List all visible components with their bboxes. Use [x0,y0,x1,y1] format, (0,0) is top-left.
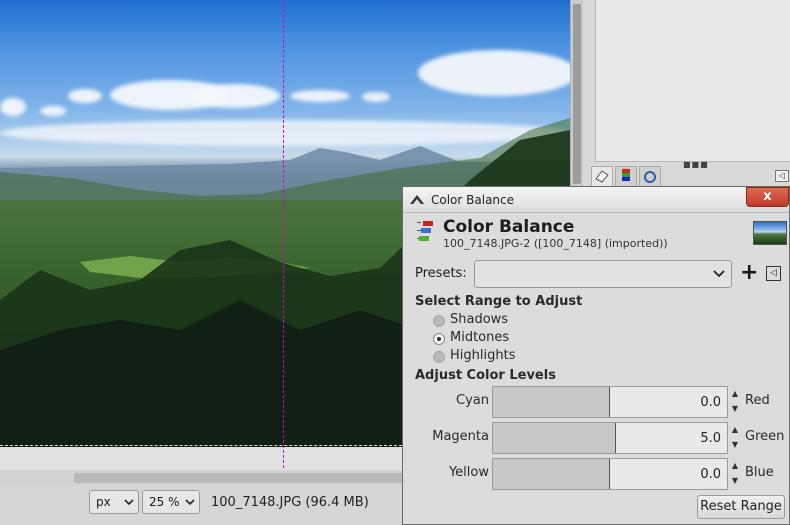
color-balance-dialog: Color Balance x Color Balance 100_7148.J… [402,186,790,525]
slider-fill [493,423,616,453]
zoom-value: 25 % [149,495,180,509]
image-reference: 100_7148.JPG-2 ([100_7148] (imported)) [443,237,668,250]
color-balance-icon [410,195,424,204]
radio-label: Shadows [450,312,509,327]
presets-label: Presets: [415,266,467,281]
dock-panel [595,0,790,162]
yellow-blue-slider[interactable]: 0.0 [492,458,728,490]
spin-buttons[interactable]: ▲ ▼ [729,386,741,418]
radio-indicator[interactable] [433,315,445,327]
dialog-heading: Color Balance [443,217,575,237]
dialog-titlebar[interactable]: Color Balance x [403,187,789,213]
radio-label: Highlights [450,348,516,363]
eraser-icon [595,170,609,183]
close-icon: x [763,189,772,204]
levels-section-title: Adjust Color Levels [415,368,556,383]
slider-left-label: Yellow [448,465,489,480]
vertical-scrollbar-thumb[interactable] [573,4,581,184]
unit-selector[interactable]: px [89,490,139,514]
slider-right-label: Blue [745,465,774,480]
horizontal-scrollbar[interactable] [0,470,402,486]
dock-grip-icon[interactable]: ■■■ [683,160,709,169]
horizontal-scrollbar-thumb[interactable] [74,473,402,483]
color-balance-icon [417,221,433,241]
dock-tab-fonts[interactable] [639,166,661,186]
window-title: Color Balance [431,193,515,207]
magenta-green-slider[interactable]: 5.0 [492,422,728,454]
radio-label: Midtones [450,330,510,345]
slider-right-label: Green [745,429,785,444]
yellow-blue-row: Yellow 0.0 ▲ ▼ Blue [403,457,789,491]
image-info: 100_7148.JPG (96.4 MB) [211,495,369,510]
dock-tab-brushes[interactable] [591,166,613,186]
close-button[interactable]: x [746,187,789,207]
menu-arrow-icon[interactable]: ◁ [766,266,781,281]
magenta-green-row: Magenta 5.0 ▲ ▼ Green [403,421,789,455]
chevron-down-icon [713,270,725,278]
radio-indicator[interactable] [433,351,445,363]
right-dock: ■■■ ◁ [583,0,790,186]
spin-buttons[interactable]: ▲ ▼ [729,458,741,490]
slider-fill [493,387,610,417]
slider-left-label: Cyan [456,393,489,408]
status-bar: px 25 % 100_7148.JPG (96.4 MB) [0,486,402,525]
palette-icon [622,169,630,181]
selection-marching-ants [0,445,402,446]
slider-value[interactable]: 0.0 [700,395,721,410]
reset-range-button[interactable]: Reset Range [697,495,785,519]
unit-value: px [96,495,111,509]
zoom-selector[interactable]: 25 % [142,490,200,514]
canvas-padding [0,447,402,470]
spin-buttons[interactable]: ▲ ▼ [729,422,741,454]
image-thumbnail [753,221,787,245]
vertical-guide-line [283,0,284,468]
cyan-red-row: Cyan 0.0 ▲ ▼ Red [403,385,789,419]
cyan-red-slider[interactable]: 0.0 [492,386,728,418]
add-preset-button[interactable]: + [740,261,758,285]
presets-dropdown[interactable] [474,260,732,288]
range-section-title: Select Range to Adjust [415,294,583,309]
slider-right-label: Red [745,393,770,408]
dock-tab-palettes[interactable] [615,166,637,186]
slider-value[interactable]: 5.0 [700,431,721,446]
dock-menu-icon[interactable]: ◁ [775,170,789,182]
clock-icon [644,171,656,183]
slider-value[interactable]: 0.0 [700,467,721,482]
radio-indicator[interactable] [433,333,445,345]
chevron-down-icon [185,499,195,506]
slider-left-label: Magenta [432,429,489,444]
slider-fill [493,459,610,489]
chevron-down-icon [124,499,134,506]
plus-icon: + [740,260,759,285]
